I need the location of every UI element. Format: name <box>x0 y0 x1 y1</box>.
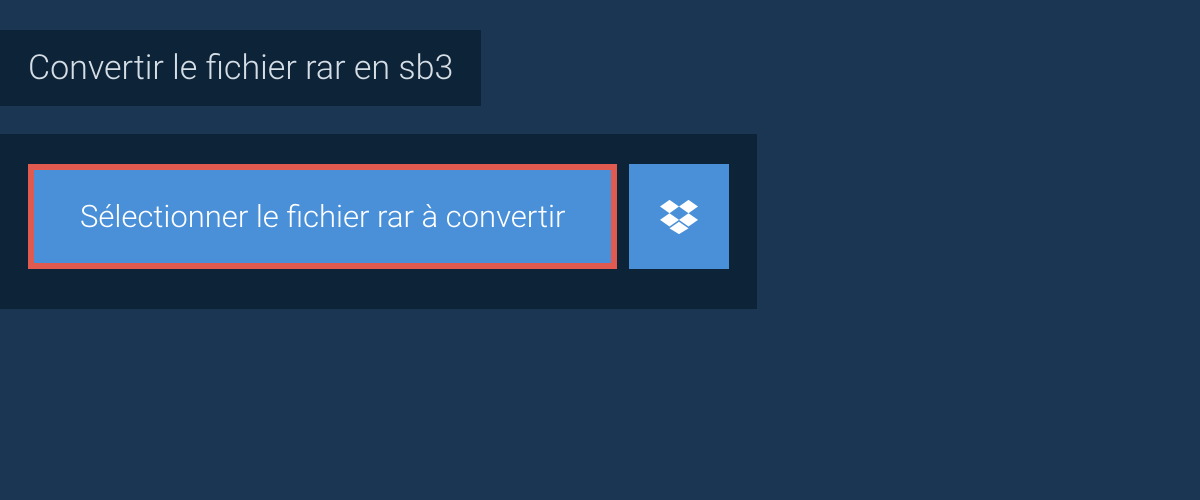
select-file-button[interactable]: Sélectionner le fichier rar à convertir <box>28 164 617 269</box>
dropbox-icon <box>660 199 698 235</box>
page-title: Convertir le fichier rar en sb3 <box>28 48 453 88</box>
upload-panel: Sélectionner le fichier rar à convertir <box>0 134 757 309</box>
select-file-label: Sélectionner le fichier rar à convertir <box>80 198 565 235</box>
dropbox-button[interactable] <box>629 164 729 269</box>
header-bar: Convertir le fichier rar en sb3 <box>0 30 481 106</box>
